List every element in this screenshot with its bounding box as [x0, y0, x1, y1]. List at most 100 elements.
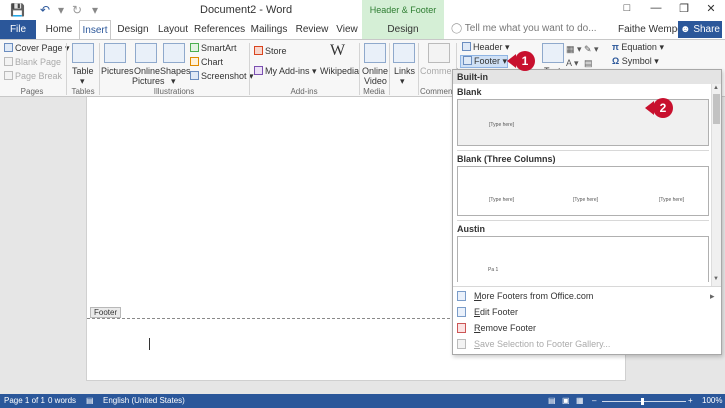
edit-footer-menu-item[interactable]: Edit Footer — [457, 305, 717, 320]
page-count[interactable]: Page 1 of 1 — [4, 394, 45, 408]
tab-review[interactable]: Review — [294, 20, 330, 39]
online-video-label-2: Video — [364, 76, 387, 86]
smartart-button[interactable]: SmartArt — [190, 43, 237, 53]
placeholder-text: [Type here] — [489, 197, 515, 203]
gallery-item-title: Austin — [457, 224, 485, 234]
blank-page-button[interactable]: Blank Page — [4, 57, 61, 67]
header-button[interactable]: Header ▾ — [462, 42, 510, 53]
callout-badge-2: 2 — [653, 98, 673, 118]
zoom-slider[interactable] — [602, 401, 686, 402]
online-pictures-icon — [135, 43, 157, 63]
close-icon[interactable]: ✕ — [701, 2, 721, 18]
tab-view[interactable]: View — [334, 20, 360, 39]
tab-file[interactable]: File — [0, 20, 36, 39]
more-footers-menu-item[interactable]: More Footers from Office.com ▸ — [457, 289, 717, 304]
pages-group-label: Pages — [20, 87, 44, 96]
store-button[interactable]: Store — [254, 46, 287, 56]
office-com-icon — [457, 291, 466, 301]
footer-label: Footer — [474, 56, 501, 66]
web-layout-icon[interactable]: ▦ — [576, 394, 584, 408]
online-video-icon — [364, 43, 386, 63]
footer-option-blank-three-columns[interactable]: [Type here] [Type here] [Type here] — [457, 166, 709, 216]
group-divider — [389, 43, 390, 95]
shapes-dropdown-icon[interactable]: ▾ — [171, 76, 176, 87]
online-pictures-button[interactable]: Online — [134, 66, 160, 76]
proofing-icon[interactable]: ▤ — [86, 394, 94, 408]
placeholder-text: [Type here] — [659, 197, 685, 203]
table-dropdown-icon[interactable]: ▾ — [80, 76, 85, 87]
submenu-arrow-icon: ▸ — [710, 291, 715, 301]
zoom-in-icon[interactable]: + — [688, 394, 693, 408]
word-count[interactable]: 0 words — [48, 394, 76, 408]
tab-layout[interactable]: Layout — [155, 20, 191, 39]
save-selection-menu-item[interactable]: Save Selection to Footer Gallery... — [457, 337, 717, 352]
page-break-button[interactable]: Page Break — [4, 71, 62, 81]
remove-footer-menu-item[interactable]: Remove Footer — [457, 321, 717, 336]
equation-button[interactable]: π Equation ▾ — [612, 42, 664, 53]
minimize-icon[interactable]: — — [646, 2, 666, 18]
scrollbar-thumb[interactable] — [713, 94, 720, 124]
scroll-up-icon[interactable]: ▲ — [713, 85, 719, 91]
links-dropdown-icon[interactable]: ▾ — [400, 76, 405, 87]
chart-label: Chart — [201, 57, 224, 67]
undo-icon[interactable]: ↶ — [40, 3, 50, 17]
cover-page-icon — [4, 43, 13, 52]
zoom-level[interactable]: 100% — [702, 394, 722, 408]
symbol-button[interactable]: Ω Symbol ▾ — [612, 56, 659, 67]
blank-page-label: Blank Page — [15, 57, 62, 67]
lightbulb-icon: ◯ — [451, 23, 465, 34]
online-pictures-label-2: Pictures — [132, 76, 165, 86]
tab-references[interactable]: References — [194, 20, 245, 39]
chart-button[interactable]: Chart — [190, 57, 223, 67]
gallery-item-title: Blank — [457, 87, 482, 97]
zoom-slider-thumb[interactable] — [641, 398, 644, 405]
print-layout-icon[interactable]: ▣ — [562, 394, 570, 408]
omega-icon: Ω — [612, 56, 622, 66]
signature-line-icon[interactable]: ✎ ▾ — [584, 44, 599, 55]
smartart-icon — [190, 43, 199, 52]
language[interactable]: English (United States) — [103, 394, 185, 408]
my-addins-button[interactable]: My Add-ins ▾ — [254, 66, 317, 77]
screenshot-button[interactable]: Screenshot ▾ — [190, 71, 254, 82]
table-button[interactable]: Table — [72, 66, 94, 76]
undo-dropdown-icon[interactable]: ▾ — [58, 3, 64, 17]
shapes-button[interactable]: Shapes — [160, 66, 191, 76]
redo-icon[interactable]: ↻ — [72, 3, 82, 17]
wikipedia-button[interactable]: Wikipedia — [320, 66, 359, 76]
ribbon-display-options-icon[interactable]: □ — [617, 2, 637, 18]
share-button[interactable]: ☻ Share — [678, 21, 722, 38]
tab-insert[interactable]: Insert — [79, 20, 111, 39]
text-box-icon — [542, 43, 564, 63]
pictures-button[interactable]: Pictures — [101, 66, 134, 76]
wikipedia-icon: W — [330, 42, 346, 59]
cover-page-label: Cover Page — [15, 43, 63, 53]
gallery-item-title: Blank (Three Columns) — [457, 154, 556, 164]
save-selection-icon — [457, 339, 466, 349]
tell-me-search[interactable]: ◯ Tell me what you want to do... — [451, 23, 597, 34]
store-icon — [254, 46, 263, 55]
comment-icon — [428, 43, 450, 63]
customize-qat-icon[interactable]: ▾ — [92, 3, 98, 17]
tab-mailings[interactable]: Mailings — [248, 20, 290, 39]
tables-group-label: Tables — [71, 87, 95, 96]
save-icon[interactable]: 💾 — [10, 3, 25, 17]
date-time-icon[interactable]: ▤ — [584, 58, 593, 69]
tab-design[interactable]: Design — [114, 20, 152, 39]
cover-page-button[interactable]: Cover Page ▾ — [4, 43, 70, 54]
restore-icon[interactable]: ❐ — [674, 2, 694, 18]
tab-home[interactable]: Home — [42, 20, 76, 39]
title-bar: 💾 ↶ ▾ ↻ ▾ Document2 - Word Header & Foot… — [0, 0, 725, 35]
scroll-down-icon[interactable]: ▼ — [713, 276, 719, 282]
online-video-button[interactable]: Online — [362, 66, 388, 76]
gallery-scrollbar[interactable]: ▲ ▼ — [711, 84, 721, 286]
tab-header-footer-design[interactable]: Design — [362, 20, 444, 39]
zoom-out-icon[interactable]: – — [592, 394, 596, 408]
menu-divider — [453, 286, 721, 287]
footer-option-austin[interactable]: Pa 1 — [457, 236, 709, 282]
wordart-icon[interactable]: A ▾ — [566, 58, 579, 69]
read-mode-icon[interactable]: ▤ — [548, 394, 556, 408]
links-button[interactable]: Links — [394, 66, 415, 76]
quick-parts-icon[interactable]: ▦ ▾ — [566, 44, 582, 55]
page-break-icon — [4, 71, 13, 80]
comments-group-label: Comments — [420, 87, 456, 96]
